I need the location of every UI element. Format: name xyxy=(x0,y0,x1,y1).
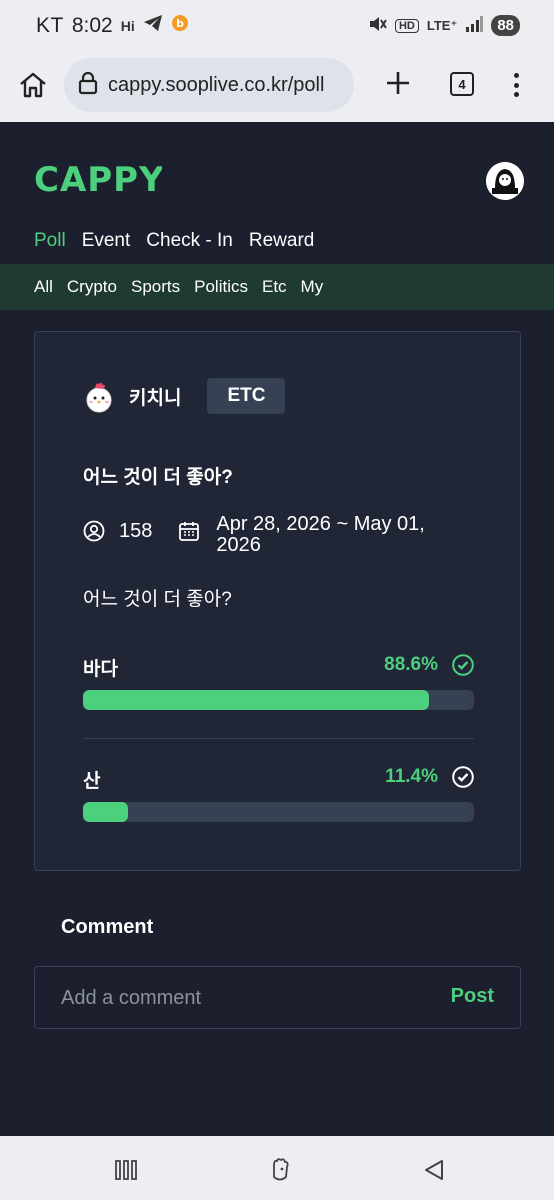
category-badge: ETC xyxy=(207,378,286,414)
option-bar-track xyxy=(83,802,474,822)
home-gesture-button[interactable] xyxy=(266,1156,294,1184)
logo-graphic: CAPPY xyxy=(34,160,164,200)
status-bar: KT 8:02 Hi b HD LTE⁺ 88 xyxy=(0,0,554,56)
android-nav-bar xyxy=(0,1136,554,1200)
comment-heading: Comment xyxy=(61,916,154,938)
category-politics[interactable]: Politics xyxy=(194,277,248,297)
recent-apps-icon xyxy=(115,1160,137,1180)
option-bar-fill xyxy=(83,802,128,822)
participants-icon xyxy=(83,520,105,548)
paw-home-icon xyxy=(273,1158,289,1181)
main-nav: Poll Event Check - In Reward xyxy=(34,230,314,252)
poll-card: 키치니 ETC 어느 것이 더 좋아? 158 Apr 28, 2026 ~ M… xyxy=(34,331,521,871)
new-tab-button[interactable] xyxy=(382,67,414,99)
nav-check-in[interactable]: Check - In xyxy=(146,230,233,252)
option-label: 바다 xyxy=(83,659,118,680)
category-sports[interactable]: Sports xyxy=(131,277,180,297)
check-circle-icon xyxy=(452,654,474,676)
url-text: cappy.sooplive.co.kr/poll xyxy=(108,73,325,96)
poll-author-row: 키치니 ETC xyxy=(83,378,286,414)
lte-icon: LTE⁺ xyxy=(426,17,458,33)
time-label: 8:02 xyxy=(71,14,113,37)
mute-icon xyxy=(367,14,387,37)
app-header: CAPPY Poll Event Check - In Reward xyxy=(0,122,554,264)
check-circle-icon xyxy=(452,766,474,788)
lock-icon xyxy=(78,71,98,100)
user-avatar[interactable] xyxy=(486,162,524,200)
plus-icon xyxy=(387,72,409,94)
back-button[interactable] xyxy=(420,1156,448,1184)
address-bar[interactable]: cappy.sooplive.co.kr/poll xyxy=(64,58,354,112)
poll-meta: 158 Apr 28, 2026 ~ May 01, 2026 xyxy=(83,514,456,556)
browser-toolbar: cappy.sooplive.co.kr/poll 4 xyxy=(0,56,554,122)
battery-indicator: 88 xyxy=(491,15,520,36)
tab-switcher-button[interactable]: 4 xyxy=(450,72,474,96)
home-icon xyxy=(20,72,46,98)
telegram-icon xyxy=(143,14,163,38)
option-divider xyxy=(83,738,474,739)
nav-event[interactable]: Event xyxy=(82,230,131,252)
post-button[interactable]: Post xyxy=(451,985,494,1008)
home-button[interactable] xyxy=(16,68,50,102)
option-percent: 11.4% xyxy=(385,766,438,787)
svg-text:b: b xyxy=(176,17,184,30)
carrier-label: KT xyxy=(36,14,64,37)
poll-description: 어느 것이 더 좋아? xyxy=(83,589,232,610)
option-bar-track xyxy=(83,690,474,710)
category-nav: All Crypto Sports Politics Etc My xyxy=(0,264,554,310)
recent-apps-button[interactable] xyxy=(112,1156,140,1184)
poll-title: 어느 것이 더 좋아? xyxy=(83,467,233,488)
participant-count: 158 xyxy=(119,520,153,542)
hi-icon: Hi xyxy=(120,18,135,34)
option-percent: 88.6% xyxy=(384,654,438,675)
chicken-avatar-icon xyxy=(83,379,115,413)
more-menu-button[interactable] xyxy=(508,70,524,100)
signal-icon xyxy=(465,16,484,35)
nav-poll[interactable]: Poll xyxy=(34,230,66,252)
category-all[interactable]: All xyxy=(34,277,53,297)
comment-box: Post xyxy=(34,966,521,1029)
poll-date-range: Apr 28, 2026 ~ May 01, 2026 xyxy=(216,513,425,556)
author-name[interactable]: 키치니 xyxy=(129,383,181,410)
nav-reward[interactable]: Reward xyxy=(249,230,314,252)
svg-text:CAPPY: CAPPY xyxy=(34,162,162,194)
option-label: 산 xyxy=(83,771,101,792)
option-bar-fill xyxy=(83,690,430,710)
category-crypto[interactable]: Crypto xyxy=(67,277,117,297)
hd-icon: HD xyxy=(394,18,419,33)
comment-input[interactable] xyxy=(61,983,421,1013)
cappy-logo[interactable]: CAPPY xyxy=(34,160,164,203)
category-etc[interactable]: Etc xyxy=(262,277,287,297)
category-my[interactable]: My xyxy=(301,277,324,297)
back-icon xyxy=(425,1160,443,1180)
app-icon: b xyxy=(171,14,189,38)
calendar-icon xyxy=(178,520,200,548)
